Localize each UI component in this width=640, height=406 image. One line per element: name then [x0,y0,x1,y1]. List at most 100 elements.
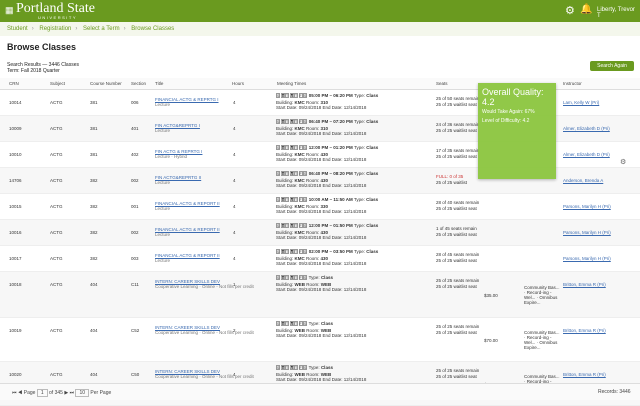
course-cell: 382 [90,256,98,261]
waitlist-cell: 25 of 25 waitlist seat [436,232,477,237]
meeting-type: Class [320,365,333,370]
instructor-link[interactable]: Parsons, Marilyn H (Pri) [563,230,611,235]
seats-cell: 25 of 50 seats remain [436,96,480,101]
instructor-link[interactable]: Almer, Elizabeth D (Pri) [563,152,610,157]
meeting-type: Class [366,93,379,98]
hours-cell: 4 [233,372,236,377]
hours-cell: 4 [233,126,236,131]
subject-cell: ACTG [50,204,63,209]
col-course[interactable]: Course Number [90,81,122,86]
col-meeting[interactable]: Meeting Times [277,81,306,86]
weekday-boxes: S M T WT F S 10:00 AM – 11:50 AM Type: Class [276,197,379,202]
breadcrumb-student[interactable]: Student [7,26,28,32]
meeting-time: 06:40 PM – 08:20 PM [308,171,353,176]
meeting-dates: Start Date: 09/24/2018 End Date: 12/14/2… [276,235,367,240]
schedule-type: Cooperative Learning · Online - Not fill… [155,374,254,379]
subject-cell: ACTG [50,126,63,131]
table-row[interactable]: 10016 ACTG 382 002 FINANCIAL ACTG & REPO… [0,220,640,246]
search-again-button[interactable]: Search Again [590,61,634,71]
waitlist-cell: 25 of 25 waitlist seat [436,154,477,159]
schedule-type: Lecture [155,258,171,263]
meeting-time: 10:00 AM – 11:50 AM [308,197,353,202]
waitlist-cell: 25 of 25 waitlist seat [436,284,477,289]
instructor-link[interactable]: Lam, Kelly W (Pri) [563,100,599,105]
table-row[interactable]: 10018 ACTG 404 C11 INTERN: CAREER SKILLS… [0,272,640,318]
course-cell: 382 [90,178,98,183]
records-count: Records: 3446 [598,389,631,395]
per-page-select[interactable]: 10 [75,389,90,397]
seats-cell: 25 of 25 seats remain [436,278,480,283]
course-cell: 404 [90,282,98,287]
course-cell: 381 [90,126,98,131]
crn-cell: 10020 [9,372,22,377]
col-seats[interactable]: Seats [436,81,448,86]
prev-page-icon[interactable]: ◀ [18,390,22,396]
col-crn[interactable]: CRN [9,81,19,86]
hours-cell: 2 [233,328,236,333]
section-cell: 001 [131,204,139,209]
meeting-time: 06:40 PM – 07:20 PM [308,119,353,124]
waitlist-cell: 25 of 25 waitlist [436,180,468,185]
breadcrumb-select-term[interactable]: Select a Term [83,26,120,32]
weekday-boxes: S M T WT F S 06:40 PM – 08:20 PM Type: Class [276,171,379,176]
breadcrumb: Student › Registration › Select a Term › Br… [0,22,640,36]
meeting-dates: Start Date: 09/24/2018 End Date: 12/14/2… [276,333,367,338]
section-cell: 402 [131,152,139,157]
col-section[interactable]: Section [131,81,146,86]
crn-cell: 10018 [9,282,22,287]
gear-icon[interactable]: ⚙ [565,4,575,17]
meeting-type: Class [366,145,379,150]
instructor-link[interactable]: Parsons, Marilyn H (Pri) [563,204,611,209]
next-page-icon[interactable]: ▶ [64,390,68,396]
schedule-type: Lecture · Hybrid [155,154,188,159]
table-row[interactable]: 10017 ACTG 382 003 FINANCIAL ACTG & REPO… [0,246,640,272]
rating-line: Level of Difficulty: 4.2 [482,118,530,124]
instructor-link[interactable]: Britton, Emma R (Pri) [563,372,606,377]
hours-cell: 4 [233,256,236,261]
col-instructor[interactable]: Instructor [563,81,582,86]
instructor-link[interactable]: Britton, Emma R (Pri) [563,282,606,287]
page-input[interactable]: 1 [36,389,48,397]
schedule-type: Lecture [155,206,171,211]
instructor-link[interactable]: Almer, Elizabeth D (Pri) [563,126,610,131]
crn-cell: 10010 [9,152,22,157]
table-row[interactable]: 10019 ACTG 404 C52 INTERN: CAREER SKILLS… [0,318,640,362]
meeting-type: Class [366,249,379,254]
user-menu[interactable]: Liberty, Trevor T [597,7,640,19]
page-title: Browse Classes [7,42,77,52]
crn-cell: 10019 [9,328,22,333]
bell-icon[interactable]: 🔔 [580,4,592,15]
meeting-dates: Start Date: 09/24/2018 End Date: 12/14/2… [276,157,367,162]
meeting-time: 12:00 PM – 01:20 PM [308,145,353,150]
instructor-link[interactable]: Parsons, Marilyn H (Pri) [563,256,611,261]
fee-cell: $35.00 [484,293,498,298]
pager-bar: ⏮ ◀ Page 1 of 345 ▶ ⏭ 10 Per Page Record… [0,383,640,400]
attribute-cell: Community Bas... · Record-ing - Wel... ·… [524,330,560,350]
meeting-type: Class [366,197,379,202]
breadcrumb-registration[interactable]: Registration [39,26,71,32]
table-row[interactable]: 10015 ACTG 382 001 FINANCIAL ACTG & REPO… [0,194,640,220]
university-logo[interactable]: Portland State UNIVERSITY [16,2,95,20]
col-subject[interactable]: Subject [50,81,65,86]
seats-cell: 17 of 35 seats remain [436,148,480,153]
search-meta: Search Results — 3446 Classes Term: Fall… [7,62,79,74]
meeting-dates: Start Date: 09/24/2018 End Date: 12/14/2… [276,105,367,110]
waitlist-cell: 25 of 25 waitlist seat [436,374,477,379]
instructor-link[interactable]: Britton, Emma R (Pri) [563,328,606,333]
last-page-icon[interactable]: ⏭ [70,390,75,396]
course-cell: 404 [90,328,98,333]
waitlist-cell: 25 of 25 waitlist seat [436,258,477,263]
section-cell: 002 [131,178,139,183]
col-hours[interactable]: Hours [232,81,244,86]
col-title[interactable]: Title [155,81,163,86]
attribute-cell: Community Bas... · Record-ing - Wel... ·… [524,285,560,305]
crn-cell: 10009 [9,126,22,131]
meeting-time: 12:00 PM – 01:50 PM [308,223,353,228]
instructor-link[interactable]: Anderson, Brenda A [563,178,603,183]
hours-cell: 4 [233,204,236,209]
first-page-icon[interactable]: ⏮ [12,390,17,396]
hours-cell: 1 [233,282,236,287]
meeting-dates: Start Date: 09/24/2018 End Date: 12/14/2… [276,287,367,292]
meeting-type: Class [366,119,379,124]
app-grid-icon[interactable]: ▦ [5,6,14,15]
